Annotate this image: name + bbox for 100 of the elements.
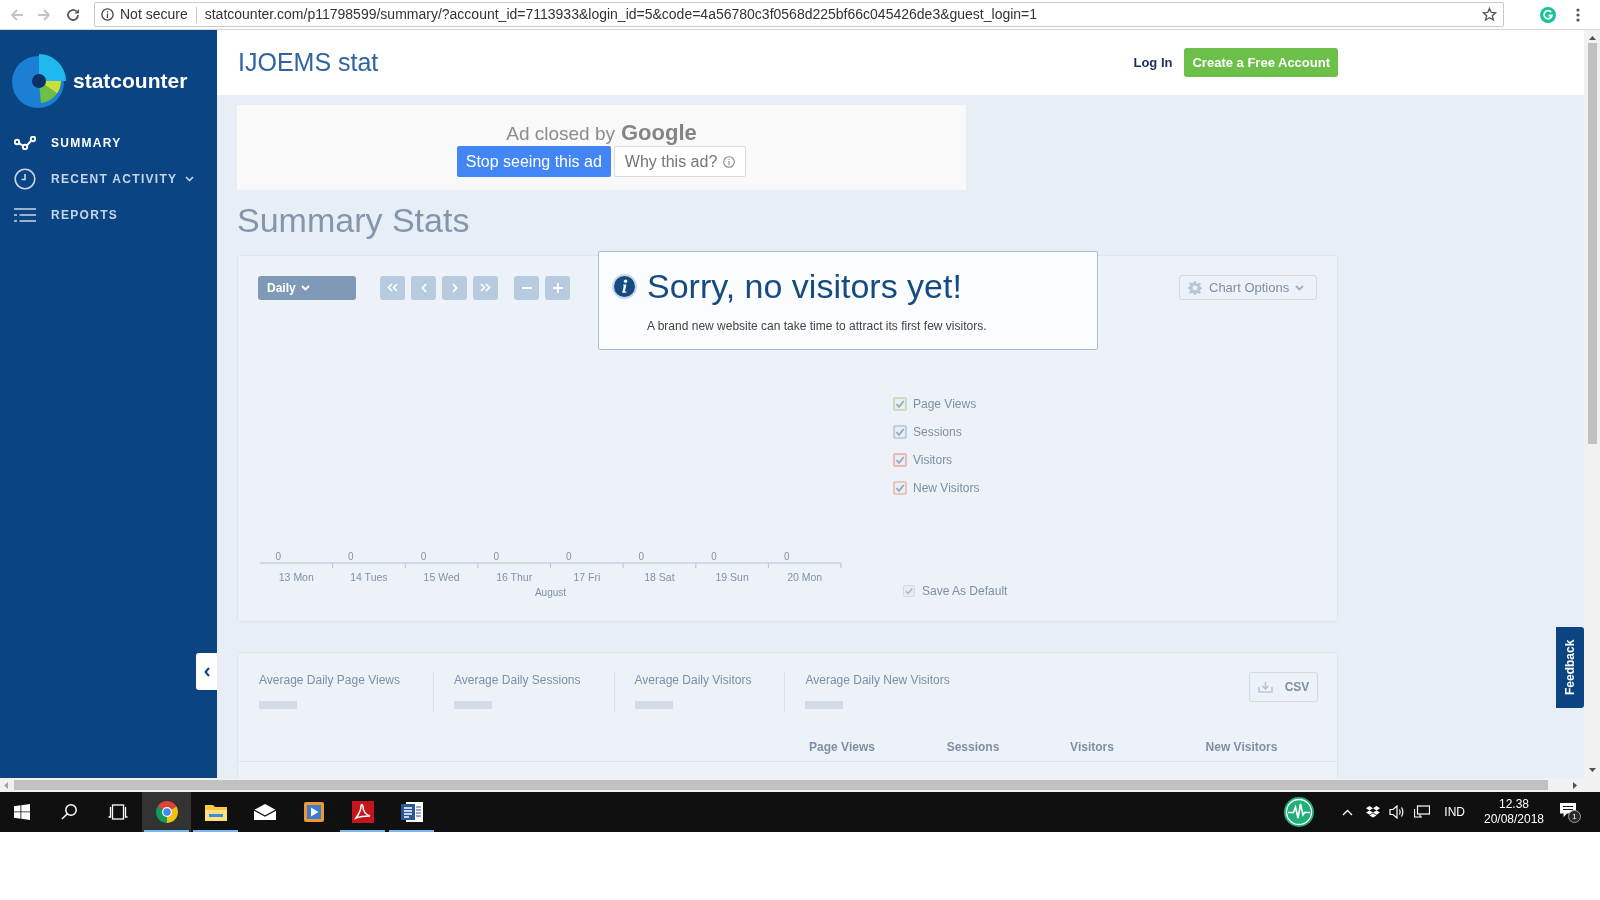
tricolor-circle-icon	[155, 801, 178, 823]
placeholder-bar	[454, 701, 492, 709]
arrow-down-icon[interactable]	[1588, 768, 1596, 772]
notice-title: Sorry, no visitors yet!	[647, 267, 962, 305]
metric-label: Average Daily New Visitors	[805, 672, 950, 688]
caret-icon	[1295, 284, 1305, 291]
clock-icon	[14, 168, 36, 190]
day-label: 17 Fri	[573, 571, 601, 583]
site-title: IJOEMS stat	[238, 46, 379, 78]
count-label: 0	[783, 551, 790, 562]
chevron-up-icon[interactable]	[1342, 808, 1354, 816]
diamonds-icon[interactable]	[1366, 806, 1381, 818]
gear-icon	[1188, 280, 1202, 295]
chevron-left-icon	[203, 666, 210, 677]
series-label: New Visitors	[913, 481, 980, 495]
count-label: 0	[275, 551, 282, 562]
speaker-icon[interactable]	[1389, 805, 1406, 819]
monitor-icon[interactable]	[1414, 805, 1431, 819]
series-label: Sessions	[913, 425, 962, 439]
login-link[interactable]: Log In	[1133, 52, 1173, 73]
collapse-sidebar-button[interactable]	[196, 653, 217, 690]
download-icon	[1257, 681, 1273, 693]
caret-icon	[300, 284, 310, 291]
metric-label: Average Daily Page Views	[259, 672, 400, 688]
day-label: 16 Thur	[496, 571, 533, 583]
search-icon	[60, 804, 77, 820]
sidebar-item[interactable]: RECENT ACTIVITY	[0, 161, 217, 197]
checkbox-label: Save As Default	[922, 583, 1008, 600]
series-checkbox[interactable]	[893, 397, 907, 411]
metric-label: Average Daily Sessions	[454, 672, 581, 688]
chevron-left-icon	[420, 282, 427, 293]
info-icon[interactable]	[101, 8, 114, 21]
star-icon[interactable]	[1482, 7, 1497, 22]
double-chevron-right-icon	[480, 283, 491, 292]
series-checkbox[interactable]	[893, 481, 907, 495]
list-icon	[14, 208, 36, 222]
url-text[interactable]: statcounter.com/p11798599/summary/?account_id=7113933&login_id=5&code=4a56780c3f0568d225bf66c045426de3&guest_login=1	[204, 4, 1038, 25]
swirl-tile-icon	[351, 801, 374, 823]
scrollbar-thumb[interactable]	[14, 780, 1548, 790]
day-label: 15 Wed	[423, 571, 460, 583]
count-label: 0	[348, 551, 354, 562]
column-header: Page Views	[809, 738, 875, 756]
column-header: New Visitors	[1205, 738, 1278, 756]
series-label: Visitors	[913, 453, 953, 467]
notice-message: A brand new website can take time to attract its first few visitors.	[647, 318, 987, 335]
day-label: 20 Mon	[787, 571, 823, 583]
column-header: Visitors	[1070, 738, 1114, 756]
scrollbar-thumb[interactable]	[1587, 43, 1597, 444]
day-label: 19 Sun	[715, 571, 749, 583]
day-label: 14 Tues	[350, 571, 388, 583]
info-icon	[723, 155, 736, 168]
envelope-icon	[253, 804, 276, 820]
page-title: Summary Stats	[237, 200, 470, 240]
notification-badge: 1	[1568, 810, 1581, 823]
why-ad-button[interactable]: Why this ad?	[613, 146, 747, 177]
address-bar[interactable]: Not secure statcounter.com/p11798599/summary/?account_id=7113933&login_id=5&code=4a56780c3f0568d225bf66c045426de3&guest_login=1	[94, 2, 1504, 27]
caret-icon	[185, 176, 195, 182]
day-label: 13 Mon	[278, 571, 314, 583]
logo-text[interactable]: statcounter	[73, 65, 188, 97]
clock-date[interactable]: 20/08/2018	[1483, 812, 1545, 827]
security-label: Not secure	[120, 5, 188, 24]
count-label: 0	[711, 551, 717, 562]
document-tile-icon	[400, 801, 423, 823]
folder-icon	[204, 803, 227, 821]
stop-ad-button[interactable]: Stop seeing this ad	[456, 146, 611, 177]
info-icon	[612, 273, 637, 299]
taskbar-app[interactable]	[142, 792, 191, 832]
menu-icon[interactable]	[1576, 7, 1580, 22]
placeholder-bar	[805, 701, 844, 709]
sidebar-item[interactable]: REPORTS	[0, 197, 217, 233]
double-chevron-left-icon	[387, 283, 398, 292]
series-checkbox[interactable]	[893, 425, 907, 439]
ad-notice: Ad closed by	[506, 122, 615, 146]
day-label: 18 Sat	[644, 571, 675, 583]
month-label: August	[534, 587, 567, 598]
metric-label: Average Daily Visitors	[634, 672, 752, 688]
feedback-tab[interactable]: Feedback	[1556, 627, 1584, 708]
connected-nodes-icon	[14, 136, 36, 150]
play-tile-icon	[303, 802, 324, 822]
arrow-up-icon[interactable]	[1588, 36, 1596, 40]
clock-time[interactable]: 12.38	[1499, 797, 1529, 812]
arrow-right-icon[interactable]	[1573, 781, 1577, 789]
placeholder-bar	[634, 701, 673, 709]
ad-brand: Google	[621, 119, 697, 147]
horizontal-scrollbar[interactable]	[0, 778, 1600, 792]
column-header: Sessions	[946, 738, 1000, 756]
logo-icon[interactable]	[11, 53, 67, 109]
series-checkbox[interactable]	[893, 453, 907, 467]
minus-icon	[521, 286, 532, 289]
windows-logo-icon	[14, 804, 30, 820]
count-label: 0	[566, 551, 572, 562]
reload-icon[interactable]	[66, 7, 80, 22]
chevron-right-icon	[451, 282, 458, 293]
placeholder-bar	[259, 701, 297, 709]
plus-icon	[552, 282, 563, 293]
language-indicator[interactable]: IND	[1444, 803, 1465, 821]
vertical-scrollbar[interactable]	[1584, 30, 1600, 778]
sidebar-item[interactable]: SUMMARY	[0, 125, 217, 161]
heartbeat-icon[interactable]	[1284, 797, 1315, 827]
checkbox[interactable]	[903, 585, 915, 597]
